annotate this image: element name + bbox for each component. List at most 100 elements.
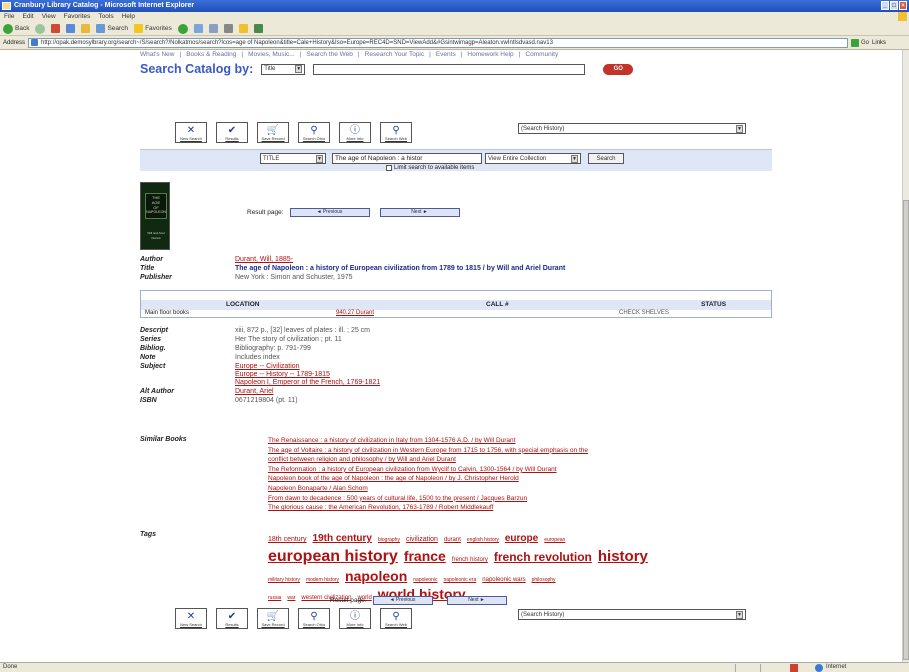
detail-link[interactable]: Napoleon I, Emperor of the French, 1769-… <box>235 379 380 386</box>
menu-edit[interactable]: Edit <box>22 13 33 21</box>
tag-link[interactable]: english history <box>467 533 499 547</box>
tag-link[interactable]: civilization <box>406 533 438 547</box>
forward-button[interactable] <box>35 23 46 34</box>
save-record-button[interactable]: 🛒 Save Record <box>257 608 289 629</box>
home-icon[interactable] <box>81 24 91 33</box>
search-button[interactable]: Search <box>96 24 128 33</box>
refine-query-input[interactable]: The age of Napoleon : a histor <box>332 153 482 164</box>
menu-file[interactable]: File <box>4 13 14 21</box>
author-link[interactable]: Durant, Will, 1885- <box>235 256 293 263</box>
similar-book-link[interactable]: conflict between religion and philosophy… <box>268 455 588 465</box>
scrollbar-thumb[interactable] <box>903 200 909 660</box>
tag-link[interactable]: 18th century <box>268 533 307 547</box>
nav-events[interactable]: Events <box>436 51 456 58</box>
detail-link[interactable]: Europe -- History -- 1789-1815 <box>235 371 330 378</box>
stop-icon[interactable] <box>51 24 61 33</box>
back-button[interactable]: Back <box>3 23 29 34</box>
next-button[interactable]: Next ► <box>379 208 460 217</box>
refine-field-select[interactable]: TITLE ▼ <box>260 153 326 164</box>
similar-book-link[interactable]: The age of Voltaire : a history of civil… <box>268 446 588 456</box>
menu-view[interactable]: View <box>42 13 56 21</box>
refine-search-button[interactable]: Search <box>588 153 624 164</box>
more-info-button[interactable]: ⓘ More Info <box>339 122 371 143</box>
folder-icon[interactable] <box>238 24 248 33</box>
next-button[interactable]: Next ► <box>446 596 507 605</box>
go-button[interactable]: Go <box>851 38 869 47</box>
menu-help[interactable]: Help <box>122 13 135 21</box>
search-history-select[interactable]: (Search History) ▼ <box>518 609 746 620</box>
search-ohio-button[interactable]: ⚲ Search Ohio <box>298 122 330 143</box>
messenger-icon[interactable] <box>253 24 263 33</box>
nav-homework-help[interactable]: Homework Help <box>467 51 513 58</box>
print-icon[interactable] <box>223 24 233 33</box>
search-input[interactable] <box>313 63 586 75</box>
tag-link[interactable]: 19th century <box>313 532 372 546</box>
more-info-button[interactable]: ⓘ More Info <box>339 608 371 629</box>
similar-book-link[interactable]: From dawn to decadence : 500 years of cu… <box>268 494 588 504</box>
search-history-select[interactable]: (Search History) ▼ <box>518 123 746 134</box>
nav-research-topic[interactable]: Research Your Topic <box>365 51 425 58</box>
previous-button[interactable]: ◄ Previous <box>289 208 370 217</box>
nav-whats-new[interactable]: What's New <box>140 51 174 58</box>
favorites-button[interactable]: Favorites <box>134 24 172 33</box>
similar-book-link[interactable]: The glorious cause : the American Revolu… <box>268 503 588 513</box>
search-ohio-button[interactable]: ⚲ Search Ohio <box>298 608 330 629</box>
tag-link[interactable]: napoleonic wars <box>482 573 525 587</box>
previous-button[interactable]: ◄ Previous <box>372 596 433 605</box>
new-search-button[interactable]: ✕ New Search <box>175 122 207 143</box>
detail-link[interactable]: Europe -- Civilization <box>235 363 300 370</box>
similar-book-link[interactable]: Napoleon Bonaparte / Alan Schom <box>268 484 588 494</box>
call-number-link[interactable]: 940.27 Durant <box>336 310 374 316</box>
tag-link[interactable]: biography <box>378 533 400 547</box>
tag-link[interactable]: durant <box>444 533 461 547</box>
results-button[interactable]: ✔ Results <box>216 608 248 629</box>
tag-link[interactable]: history <box>598 548 648 566</box>
address-input[interactable]: http://opak.demosylbrary.org/search~/S/s… <box>28 37 849 48</box>
similar-book-link[interactable]: Napoleon book of the age of Napoleon : t… <box>268 474 588 484</box>
tag-link[interactable]: europe <box>505 532 538 546</box>
close-button[interactable]: × <box>899 1 907 10</box>
menu-favorites[interactable]: Favorites <box>64 13 91 21</box>
limit-available-checkbox[interactable] <box>386 165 392 171</box>
nav-movies-music[interactable]: Movies, Music... <box>248 51 295 58</box>
tag-link[interactable]: modern history <box>306 573 339 587</box>
similar-book-link[interactable]: The Renaissance : a history of civilizat… <box>268 436 588 446</box>
tag-link[interactable]: european <box>544 533 565 547</box>
title-value: The age of Napoleon : a history of Europ… <box>235 265 566 272</box>
history-icon[interactable] <box>193 24 203 33</box>
nav-books-reading[interactable]: Books & Reading <box>186 51 236 58</box>
tag-link[interactable]: philosophy <box>532 573 556 587</box>
tag-link[interactable]: military history <box>268 573 300 587</box>
search-type-select[interactable]: Title ▼ <box>261 63 306 75</box>
nav-search-web[interactable]: Search the Web <box>306 51 353 58</box>
nav-community[interactable]: Community <box>525 51 558 58</box>
tag-link[interactable]: french revolution <box>494 548 592 566</box>
search-web-button[interactable]: ⚲ Search Web <box>380 608 412 629</box>
tag-link[interactable]: french history <box>452 551 488 569</box>
new-search-button[interactable]: ✕ New Search <box>175 608 207 629</box>
media-icon[interactable] <box>177 23 188 34</box>
search-go-button[interactable]: GO <box>603 63 634 75</box>
tag-link[interactable]: russia <box>268 591 281 605</box>
minimize-button[interactable]: _ <box>881 1 889 10</box>
tag-link[interactable]: napoleon <box>345 569 407 583</box>
refresh-icon[interactable] <box>66 24 76 33</box>
vertical-scrollbar[interactable] <box>902 50 909 662</box>
tag-link[interactable]: war <box>287 591 295 605</box>
links-label[interactable]: Links <box>872 40 886 46</box>
similar-book-link[interactable]: The Reformation : a history of European … <box>268 465 588 475</box>
results-button[interactable]: ✔ Results <box>216 122 248 143</box>
collection-select[interactable]: View Entire Collection ▼ <box>485 153 581 164</box>
search-web-button[interactable]: ⚲ Search Web <box>380 122 412 143</box>
detail-link[interactable]: Durant, Ariel <box>235 388 274 395</box>
menu-tools[interactable]: Tools <box>98 13 113 21</box>
tag-link[interactable]: european history <box>268 548 398 566</box>
security-icon <box>790 664 798 672</box>
maximize-button[interactable]: □ <box>890 1 898 10</box>
mail-icon[interactable] <box>208 24 218 33</box>
tag-link[interactable]: napoleonic era <box>443 573 476 587</box>
search-catalog-bar: Search Catalog by: Title ▼ GO <box>140 62 634 76</box>
save-record-button[interactable]: 🛒 Save Record <box>257 122 289 143</box>
tag-link[interactable]: france <box>404 547 446 565</box>
tag-link[interactable]: napoleonic <box>413 573 437 587</box>
